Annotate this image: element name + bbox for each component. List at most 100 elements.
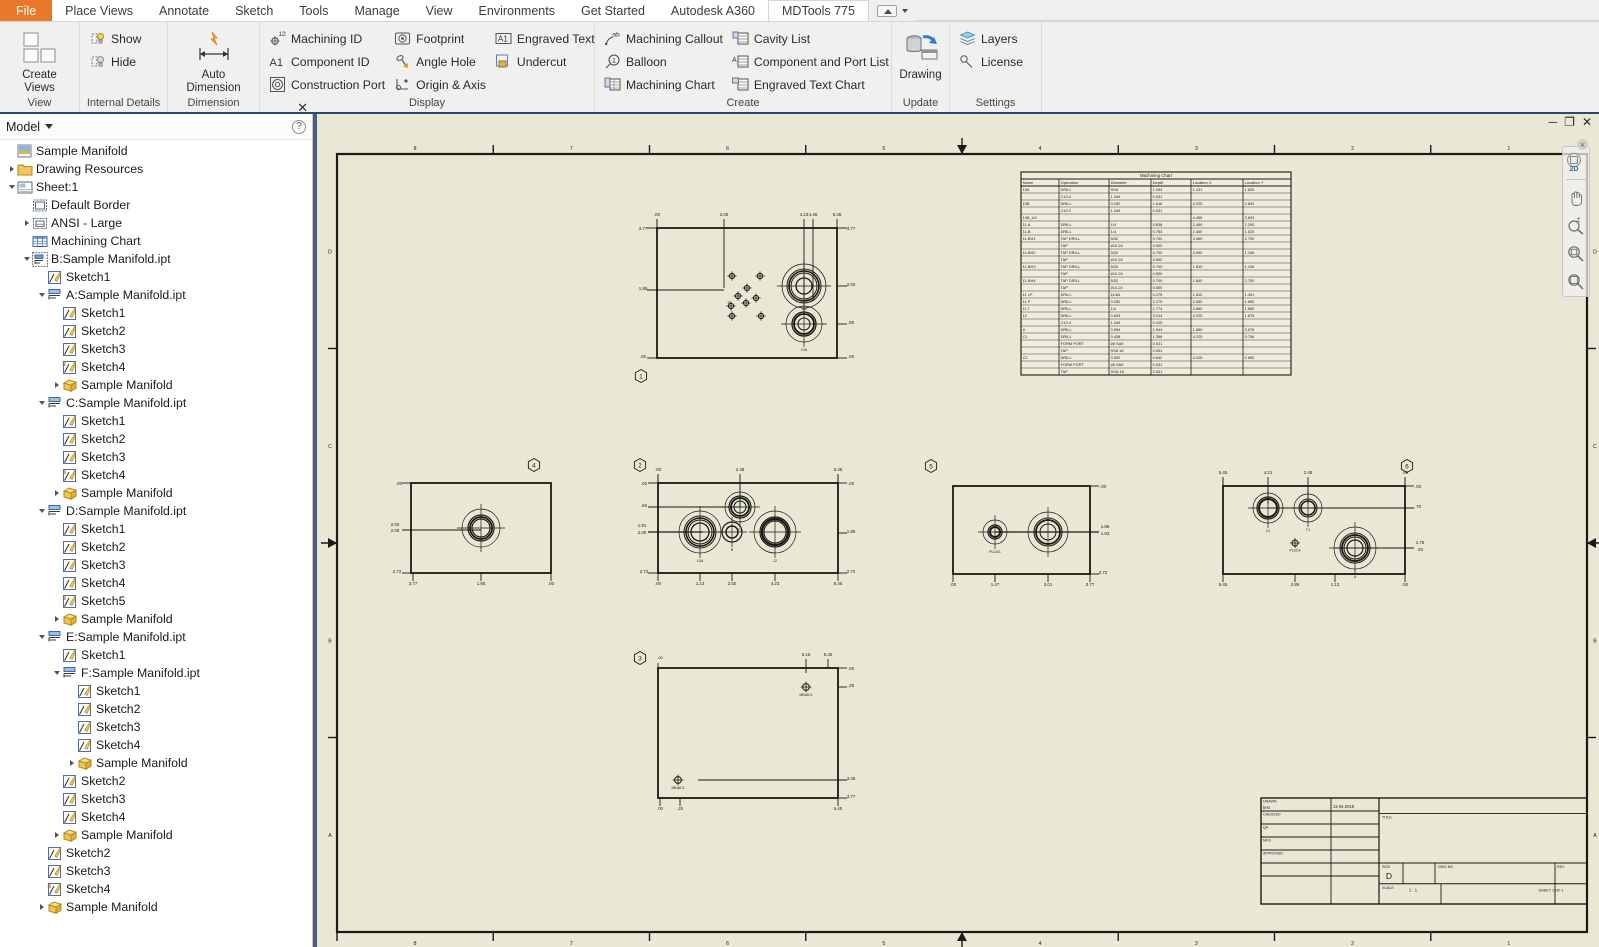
navbar-close-icon[interactable]: × [1577,139,1588,150]
tree-node[interactable]: Sketch2 [0,700,312,718]
restore-icon[interactable]: ❐ [1564,115,1575,129]
drawing-view-3[interactable]: .00 5.16 5.45 .00 .29 3.48 3.77 .00 .25 5.45 MBolt… [633,650,856,812]
expand-arrow-closed-icon[interactable] [21,220,32,226]
model-tree[interactable]: Sample Manifold Drawing Resources Sheet:1 D… [0,140,312,947]
steering-wheel-2d-icon[interactable]: 2D [1565,151,1587,173]
license-button[interactable]: License [956,50,1029,73]
machining-chart-button[interactable]: Machining Chart [601,73,729,96]
create-views-button[interactable]: Create Views [6,25,73,94]
expand-arrow-open-icon[interactable] [36,509,47,513]
tree-node[interactable]: Sketch1 [0,646,312,664]
tree-node[interactable]: Sample Manifold [0,826,312,844]
tree-node[interactable]: Machining Chart [0,232,312,250]
hide-button[interactable]: Hide [86,50,148,73]
tab-annotate[interactable]: Annotate [146,0,222,21]
expand-arrow-open-icon[interactable] [36,401,47,405]
tree-node[interactable]: 8 Sketch4 [0,358,312,376]
drawing-update-button[interactable]: Drawing [898,25,943,82]
tree-node[interactable]: 8 Sketch5 [0,592,312,610]
drawing-view-5[interactable]: .00 1.88 1.93 2.72 .00 1.47 3.01 3.77 PLUG1 5 [924,458,1110,588]
tree-node[interactable]: Sketch3 [0,556,312,574]
tree-node[interactable]: Sample Manifold [0,142,312,160]
construction-port-button[interactable]: Construction Port [266,73,391,96]
tree-node[interactable]: B:Sample Manifold.ipt [0,250,312,268]
tree-node[interactable]: Sample Manifold [0,376,312,394]
tab-file[interactable]: File [0,0,53,21]
tree-node[interactable]: E:Sample Manifold.ipt [0,628,312,646]
expand-arrow-closed-icon[interactable] [6,166,17,172]
drawing-view-6[interactable]: 5.45 4.21 2.48.005.45 2.86 1.13.00.00.701.75… [1219,458,1425,588]
tab-view[interactable]: View [413,0,466,21]
tree-node[interactable]: ANSI - Large [0,214,312,232]
footprint-button[interactable]: Footprint [391,27,492,50]
view-outline[interactable] [952,485,1091,575]
auto-dimension-button[interactable]: Auto Dimension [174,25,253,94]
tab-get-started[interactable]: Get Started [568,0,658,21]
expand-arrow-open-icon[interactable] [36,293,47,297]
tree-node[interactable]: Sketch2 [0,322,312,340]
drawing-view-2[interactable]: .00 2.48 5.45.00.651.912.002.72.001.852.72… [633,457,856,587]
tree-node[interactable]: 8 Sketch4 [0,466,312,484]
tree-node[interactable]: Sketch2 [0,430,312,448]
help-icon[interactable]: ? [292,119,306,134]
tree-node[interactable]: Sketch3 [0,448,312,466]
tree-node[interactable]: Sketch3 [0,862,312,880]
expand-arrow-open-icon[interactable] [6,185,17,189]
minimize-icon[interactable]: ─ [1549,115,1558,129]
expand-arrow-closed-icon[interactable] [51,616,62,622]
browser-close-icon[interactable]: ✕ [297,100,308,116]
tree-node[interactable]: F:Sample Manifold.ipt [0,664,312,682]
tree-node[interactable]: Sketch2 [0,538,312,556]
zoom-plusminus-icon[interactable]: ± [1565,214,1587,236]
tab-tools[interactable]: Tools [286,0,341,21]
tree-node[interactable]: C:Sample Manifold.ipt [0,394,312,412]
tab-manage[interactable]: Manage [341,0,412,21]
tab-sketch[interactable]: Sketch [222,0,286,21]
tree-node[interactable]: Sketch1 [0,304,312,322]
expand-arrow-closed-icon[interactable] [51,832,62,838]
expand-arrow-open-icon[interactable] [36,635,47,639]
zoom-window-icon[interactable] [1565,242,1587,264]
tree-node[interactable]: Sketch1 [0,520,312,538]
component-id-button[interactable]: A1 Component ID [266,50,391,73]
tab-autodesk-a360[interactable]: Autodesk A360 [658,0,768,21]
tree-node[interactable]: Sketch1 [0,268,312,286]
engraved-text-button[interactable]: A1 Engraved Text [492,27,601,50]
expand-arrow-closed-icon[interactable] [51,490,62,496]
chevron-down-icon[interactable] [45,124,54,129]
pan-hand-icon[interactable] [1565,186,1587,208]
tree-node[interactable]: Sketch3 [0,340,312,358]
expand-arrow-closed-icon[interactable] [36,904,47,910]
drawing-canvas[interactable]: ─ ❐ ✕ × 2D ± 8 8 7 7 6 6 5 5 4 4 3 3 2 2… [313,114,1599,947]
tree-node[interactable]: Sketch2 [0,844,312,862]
undercut-button[interactable]: Undercut [492,50,601,73]
origin-axis-button[interactable]: Origin & Axis [391,73,492,96]
view-outline[interactable] [657,667,839,799]
tree-node[interactable]: Sketch3 [0,718,312,736]
machining-chart-table[interactable]: Machining Chart Name Operation Diameter Dept… [1020,171,1292,376]
view-outline[interactable] [1222,485,1406,575]
tree-node[interactable]: Sketch1 [0,412,312,430]
ribbon-display-options[interactable] [868,0,916,21]
title-block[interactable]: DRAWNtest 11-04-2019 CHECKED QA MFG APPROVED T… [1260,797,1588,905]
close-icon[interactable]: ✕ [1582,115,1592,129]
tree-node[interactable]: Sample Manifold [0,898,312,916]
tree-node[interactable]: Drawing Resources [0,160,312,178]
expand-arrow-closed-icon[interactable] [51,382,62,388]
view-outline[interactable] [656,227,838,359]
tree-node[interactable]: Sample Manifold [0,484,312,502]
tree-node[interactable]: A:Sample Manifold.ipt [0,286,312,304]
tree-node[interactable]: Sketch1 [0,682,312,700]
machining-id-button[interactable]: 123 Machining ID [266,27,391,50]
show-button[interactable]: Show [86,27,148,50]
drawing-view-1[interactable]: .00 2.05 4.23 4.46 5.45 3.77 1.85 .00 3.77 2.00 .8… [634,212,856,384]
balloon-button[interactable]: 1 Balloon [601,50,729,73]
machining-callout-button[interactable]: ab Machining Callout [601,27,729,50]
tree-node[interactable]: 8 Sketch4 [0,880,312,898]
tree-node[interactable]: Sketch4 [0,808,312,826]
drawing-sheet[interactable]: 8877665544332211D DC CB BA AMachining ChartN… [321,138,1599,947]
tab-mdtools-775[interactable]: MDTools 775 [768,0,869,21]
tree-node[interactable]: Sketch4 [0,574,312,592]
cavity-list-button[interactable]: Cavity List [729,27,895,50]
expand-arrow-closed-icon[interactable] [66,760,77,766]
